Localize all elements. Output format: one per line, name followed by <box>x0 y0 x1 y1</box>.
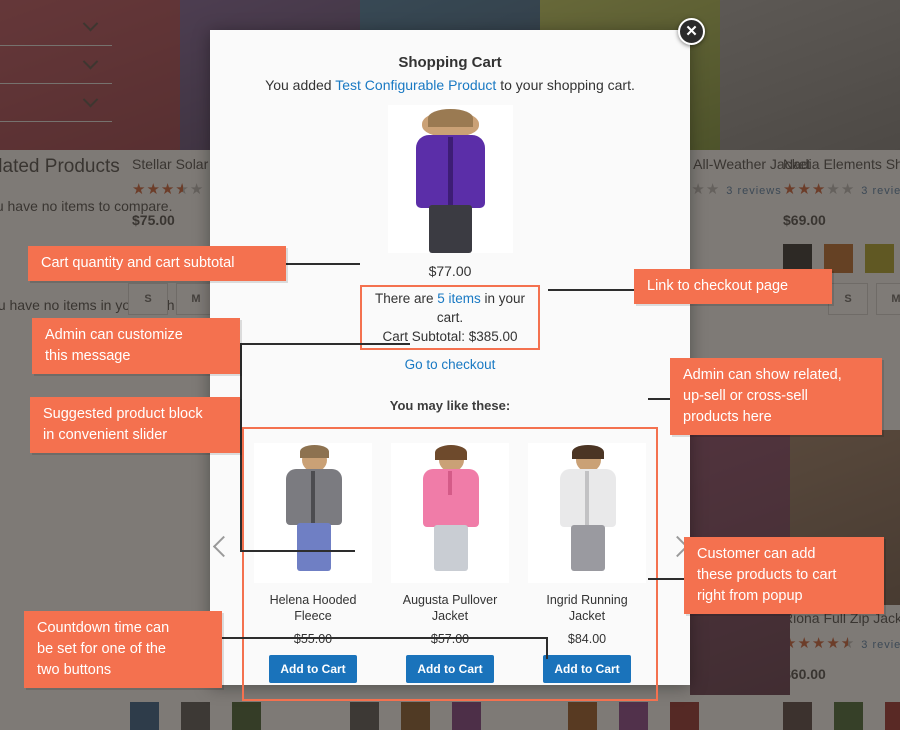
close-icon[interactable]: ✕ <box>678 18 705 45</box>
suggested-product-card[interactable]: Helena Hooded Fleece $55.00 Add to Cart <box>254 443 372 683</box>
callout-add-products-from-popup: Customer can add these products to cart … <box>684 537 884 614</box>
cart-item-count-line: There are 5 items in your cart. <box>368 289 532 327</box>
go-to-checkout-link[interactable]: Go to checkout <box>226 357 674 372</box>
added-product-link[interactable]: Test Configurable Product <box>335 77 496 93</box>
suggested-product-price: $57.00 <box>430 632 470 646</box>
added-suffix: to your shopping cart. <box>496 77 635 93</box>
leader-line <box>546 637 548 659</box>
suggested-product-card[interactable]: Augusta Pullover Jacket $57.00 Add to Ca… <box>391 443 509 683</box>
ajax-cart-modal: Shopping Cart You added Test Configurabl… <box>210 30 690 701</box>
callout-countdown-time: Countdown time can be set for one of the… <box>24 611 222 688</box>
callout-suggested-product-block: Suggested product block in convenient sl… <box>30 397 240 453</box>
callout-related-upsell-crosssell: Admin can show related, up-sell or cross… <box>670 358 882 435</box>
suggested-product-image <box>254 443 372 583</box>
add-to-cart-button[interactable]: Add to Cart <box>406 655 494 683</box>
add-to-cart-button[interactable]: Add to Cart <box>269 655 357 683</box>
suggestions-heading: You may like these: <box>389 398 511 413</box>
added-prefix: You added <box>265 77 336 93</box>
added-product-image <box>387 105 513 253</box>
callout-cart-quantity-subtotal: Cart quantity and cart subtotal <box>28 246 286 281</box>
cart-info-prefix: There are <box>374 291 438 306</box>
suggested-product-image <box>528 443 646 583</box>
leader-line <box>285 263 360 265</box>
added-product-price: $77.00 <box>428 263 472 279</box>
callout-link-to-checkout: Link to checkout page <box>634 269 832 304</box>
callout-admin-customize-message: Admin can customize this message <box>32 318 240 374</box>
suggestions-slider: Helena Hooded Fleece $55.00 Add to Cart <box>212 427 688 701</box>
leader-line <box>240 343 410 345</box>
add-to-cart-button[interactable]: Add to Cart <box>543 655 631 683</box>
suggested-product-name: Helena Hooded Fleece <box>269 593 357 623</box>
screenshot-stage: Related Products You have no items to co… <box>0 0 900 730</box>
leader-line <box>548 289 640 291</box>
leader-line <box>240 343 242 552</box>
leader-line <box>240 550 355 552</box>
added-message: You added Test Configurable Product to y… <box>226 77 674 93</box>
suggested-product-name: Ingrid Running Jacket <box>546 593 628 623</box>
leader-line <box>222 637 547 639</box>
suggested-product-image <box>391 443 509 583</box>
cart-summary: There are 5 items in your cart. Cart Sub… <box>360 285 540 350</box>
suggested-product-price: $55.00 <box>293 632 333 646</box>
modal-title: Shopping Cart <box>398 54 502 71</box>
chevron-left-icon[interactable] <box>212 530 234 564</box>
suggested-product-name: Augusta Pullover Jacket <box>402 593 498 623</box>
cart-items-link[interactable]: 5 items <box>437 291 481 306</box>
